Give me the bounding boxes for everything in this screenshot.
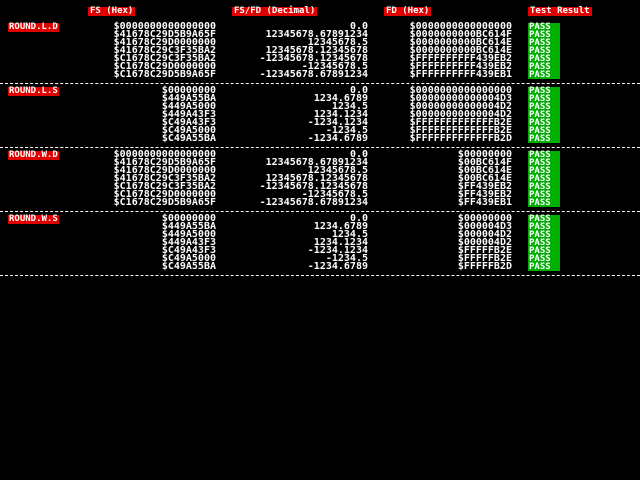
decimal-cell: -1234.6789 — [307, 133, 368, 144]
table-row: $C1678C29D5B9A65F -12345678.67891234 $FF43… — [0, 197, 640, 208]
fs-hex-cell: $C49A55BA — [161, 133, 216, 144]
result-badge: PASS — [528, 135, 560, 144]
fd-hex-cell: $FFFFFB2D — [457, 261, 512, 272]
header-fs-fd-decimal: FS/FD (Decimal) — [232, 6, 318, 16]
section-divider — [0, 147, 640, 148]
decimal-cell: -1234.6789 — [307, 261, 368, 272]
decimal-cell: -12345678.67891234 — [259, 197, 368, 208]
fd-hex-cell: $FFFFFFFFFFFFFB2D — [409, 133, 512, 144]
fs-hex-cell: $C49A55BA — [161, 261, 216, 272]
section-divider — [0, 211, 640, 212]
result-badge: PASS — [528, 71, 560, 80]
section-divider — [0, 83, 640, 84]
decimal-cell: -12345678.67891234 — [259, 69, 368, 80]
header-fs-hex: FS (Hex) — [88, 6, 136, 16]
fs-hex-cell: $C1678C29D5B9A65F — [113, 197, 216, 208]
fd-hex-cell: $FF439EB1 — [457, 197, 512, 208]
fd-hex-cell: $FFFFFFFFFF439EB1 — [409, 69, 512, 80]
table-row: $C49A55BA -1234.6789 $FFFFFB2D PASS — [0, 261, 640, 272]
result-badge: PASS — [528, 199, 560, 208]
header-fd-hex: FD (Hex) — [384, 6, 432, 16]
header-test-result: Test Result — [528, 6, 592, 16]
section-divider — [0, 275, 640, 276]
table-row: $C49A55BA -1234.6789 $FFFFFFFFFFFFFB2D PASS — [0, 133, 640, 144]
table-row: $C1678C29D5B9A65F -12345678.67891234 $FFFF… — [0, 69, 640, 80]
result-badge: PASS — [528, 263, 560, 272]
fs-hex-cell: $C1678C29D5B9A65F — [113, 69, 216, 80]
